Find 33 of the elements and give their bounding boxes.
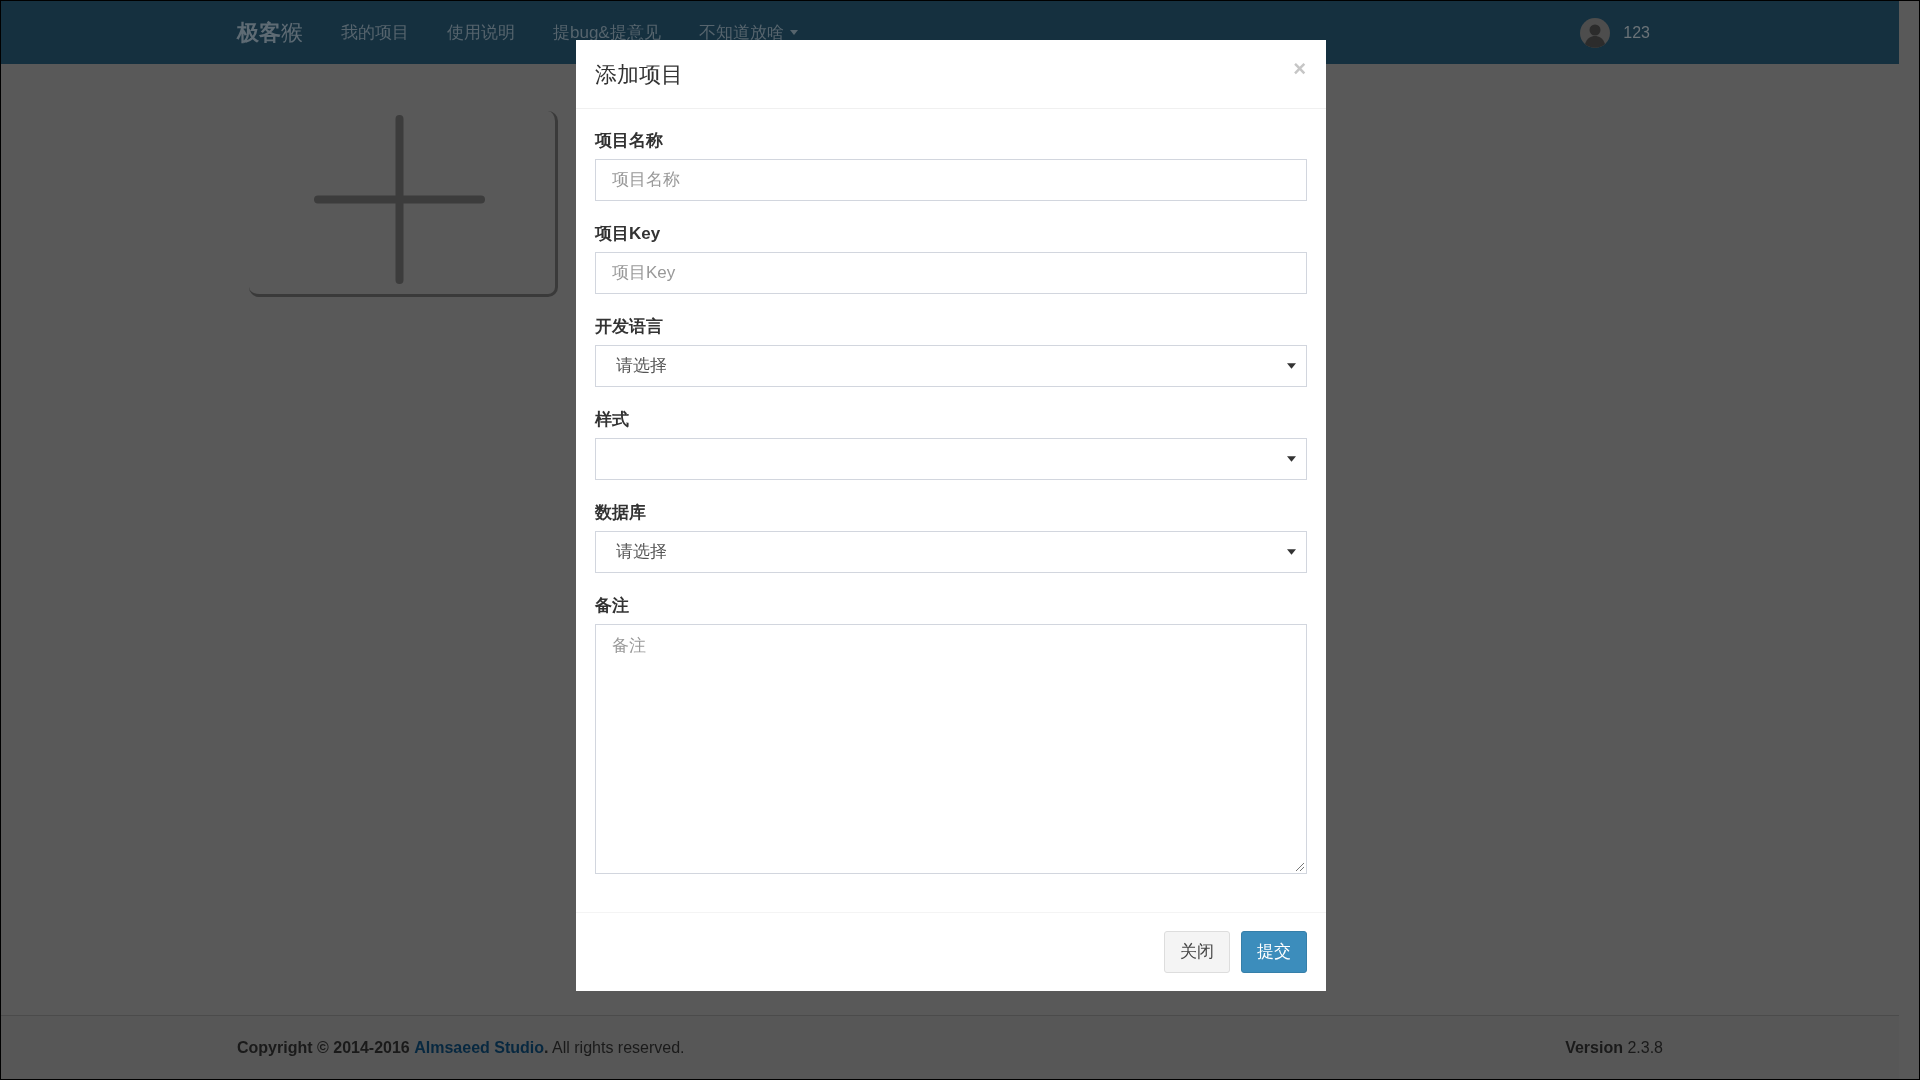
field-label: 备注: [595, 595, 629, 616]
select-field[interactable]: [595, 438, 1307, 480]
caret-icon: [789, 30, 798, 35]
user-avatar-icon: [1580, 17, 1611, 48]
site-logo[interactable]: 极客猴: [237, 16, 303, 49]
add-project-card[interactable]: [249, 111, 558, 297]
submit-button[interactable]: 提交: [1241, 931, 1307, 973]
user-menu[interactable]: 123: [1580, 17, 1663, 48]
resize-handle-icon[interactable]: [1296, 863, 1304, 871]
field-label: 开发语言: [595, 316, 663, 337]
caret-icon: [1287, 456, 1296, 462]
field-label: 项目Key: [595, 223, 661, 244]
plus-icon: [313, 115, 485, 284]
copyright-text: Copyright © 2014-2016 Almsaeed Studio. All rights reserved.: [237, 1037, 685, 1058]
textarea-field[interactable]: 备注: [595, 624, 1307, 874]
nav-link[interactable]: 使用说明: [428, 19, 534, 46]
close-dialog-button[interactable]: 关闭: [1164, 931, 1230, 973]
select-field[interactable]: 请选择: [595, 531, 1307, 573]
nav-link[interactable]: 我的项目: [322, 19, 428, 46]
version-text: Version 2.3.8: [1565, 1037, 1663, 1058]
close-button[interactable]: ×: [1293, 58, 1306, 80]
studio-link[interactable]: Almsaeed Studio: [414, 1038, 544, 1056]
input-field[interactable]: 项目名称: [595, 159, 1307, 201]
modal-title: 添加项目: [595, 60, 683, 89]
field-label: 样式: [595, 409, 629, 430]
user-name: 123: [1623, 22, 1650, 43]
nav-dropdown[interactable]: 不知道放啥: [679, 19, 817, 46]
input-field[interactable]: 项目Key: [595, 252, 1307, 294]
field-label: 项目名称: [595, 130, 663, 151]
caret-icon: [1287, 363, 1296, 369]
caret-icon: [1287, 549, 1296, 555]
field-label: 数据库: [595, 502, 646, 523]
select-field[interactable]: 请选择: [595, 345, 1307, 387]
